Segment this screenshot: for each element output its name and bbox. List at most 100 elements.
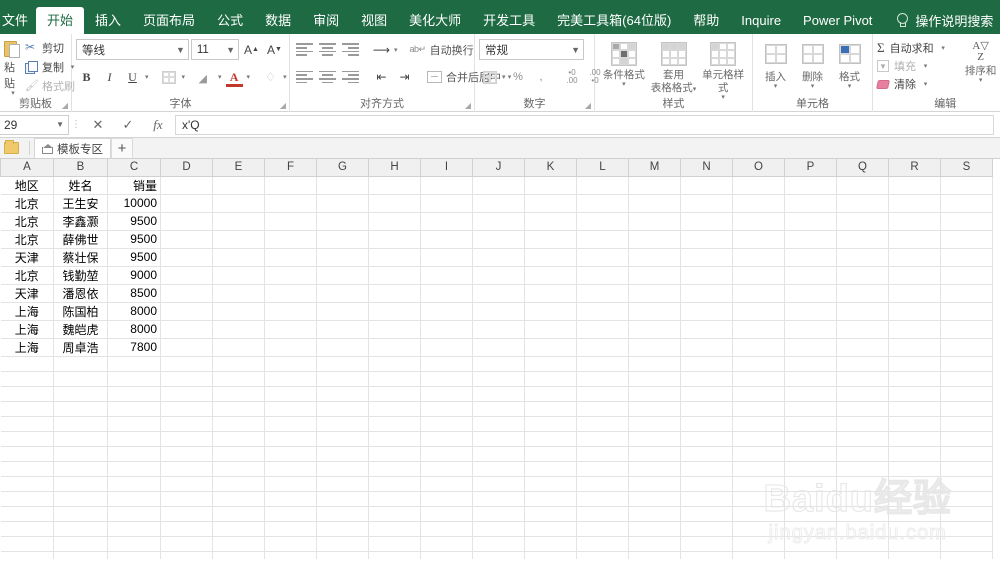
cell-R7[interactable]: [888, 284, 941, 303]
ribbon-tab-5[interactable]: 数据: [254, 7, 302, 34]
cell-O21[interactable]: [732, 506, 785, 522]
ribbon-tab-10[interactable]: 完美工具箱(64位版): [546, 7, 682, 34]
cell-O13[interactable]: [732, 386, 785, 402]
cell-F14[interactable]: [264, 401, 317, 417]
cell-E4[interactable]: [212, 230, 265, 249]
cell-R9[interactable]: [888, 320, 941, 339]
cell-N7[interactable]: [680, 284, 733, 303]
cell-O19[interactable]: [732, 476, 785, 492]
cell-B4[interactable]: 薛佛世: [53, 230, 108, 249]
cell-J21[interactable]: [472, 506, 525, 522]
cell-P3[interactable]: [784, 212, 837, 231]
orientation-dropdown-caret-icon[interactable]: ▾: [394, 46, 398, 54]
cell-J4[interactable]: [472, 230, 525, 249]
font-size-combo[interactable]: 11 ▼: [190, 39, 239, 60]
cell-C11[interactable]: [107, 356, 161, 372]
cell-K8[interactable]: [524, 302, 577, 321]
cell-M19[interactable]: [628, 476, 681, 492]
ribbon-tab-12[interactable]: Inquire: [730, 7, 792, 34]
cell-Q8[interactable]: [836, 302, 889, 321]
cell-K9[interactable]: [524, 320, 577, 339]
cell-L9[interactable]: [576, 320, 629, 339]
cell-N13[interactable]: [680, 386, 733, 402]
sheet-tab-template-zone[interactable]: 模板专区: [34, 138, 111, 158]
cell-N18[interactable]: [680, 461, 733, 477]
column-header-N[interactable]: N: [680, 159, 733, 177]
cell-A24[interactable]: [0, 551, 54, 559]
cell-E17[interactable]: [212, 446, 265, 462]
tell-me-search[interactable]: 操作说明搜索: [883, 7, 993, 34]
cell-B5[interactable]: 蔡壮保: [53, 248, 108, 267]
cell-F3[interactable]: [264, 212, 317, 231]
align-bottom-button[interactable]: [340, 39, 361, 60]
column-header-R[interactable]: R: [888, 159, 941, 177]
cell-C4[interactable]: 9500: [107, 230, 161, 249]
cell-A15[interactable]: [0, 416, 54, 432]
cell-P9[interactable]: [784, 320, 837, 339]
cell-I19[interactable]: [420, 476, 473, 492]
cell-P5[interactable]: [784, 248, 837, 267]
cell-C17[interactable]: [107, 446, 161, 462]
cell-E23[interactable]: [212, 536, 265, 552]
cell-K14[interactable]: [524, 401, 577, 417]
cell-N8[interactable]: [680, 302, 733, 321]
cell-M21[interactable]: [628, 506, 681, 522]
formula-input[interactable]: x'Q: [175, 114, 994, 135]
cell-C18[interactable]: [107, 461, 161, 477]
cell-L18[interactable]: [576, 461, 629, 477]
cell-L23[interactable]: [576, 536, 629, 552]
cell-P17[interactable]: [784, 446, 837, 462]
cell-A5[interactable]: 天津: [0, 248, 54, 267]
ribbon-tab-9[interactable]: 开发工具: [472, 7, 546, 34]
cell-C8[interactable]: 8000: [107, 302, 161, 321]
cell-Q23[interactable]: [836, 536, 889, 552]
cell-B13[interactable]: [53, 386, 108, 402]
cell-R19[interactable]: [888, 476, 941, 492]
cell-S24[interactable]: [940, 551, 993, 559]
cell-O6[interactable]: [732, 266, 785, 285]
cell-H8[interactable]: [368, 302, 421, 321]
column-header-M[interactable]: M: [628, 159, 681, 177]
cell-E24[interactable]: [212, 551, 265, 559]
cell-J24[interactable]: [472, 551, 525, 559]
cell-M2[interactable]: [628, 194, 681, 213]
cell-N9[interactable]: [680, 320, 733, 339]
cell-S8[interactable]: [940, 302, 993, 321]
cell-C14[interactable]: [107, 401, 161, 417]
cell-Q18[interactable]: [836, 461, 889, 477]
cell-A17[interactable]: [0, 446, 54, 462]
cell-H1[interactable]: [368, 176, 421, 195]
cell-A11[interactable]: [0, 356, 54, 372]
cell-D5[interactable]: [160, 248, 213, 267]
cell-N17[interactable]: [680, 446, 733, 462]
cell-K2[interactable]: [524, 194, 577, 213]
cell-Q14[interactable]: [836, 401, 889, 417]
cell-G8[interactable]: [316, 302, 369, 321]
cell-O23[interactable]: [732, 536, 785, 552]
cell-J8[interactable]: [472, 302, 525, 321]
cell-I4[interactable]: [420, 230, 473, 249]
cell-O15[interactable]: [732, 416, 785, 432]
cell-R2[interactable]: [888, 194, 941, 213]
cell-R1[interactable]: [888, 176, 941, 195]
cell-O18[interactable]: [732, 461, 785, 477]
cell-Q20[interactable]: [836, 491, 889, 507]
cell-A14[interactable]: [0, 401, 54, 417]
cell-S18[interactable]: [940, 461, 993, 477]
cell-M16[interactable]: [628, 431, 681, 447]
cell-B11[interactable]: [53, 356, 108, 372]
cell-I15[interactable]: [420, 416, 473, 432]
cell-K17[interactable]: [524, 446, 577, 462]
cell-E7[interactable]: [212, 284, 265, 303]
cell-K6[interactable]: [524, 266, 577, 285]
cell-M14[interactable]: [628, 401, 681, 417]
underline-dropdown-caret-icon[interactable]: ▾: [145, 73, 149, 81]
cell-D2[interactable]: [160, 194, 213, 213]
cell-G7[interactable]: [316, 284, 369, 303]
delete-cells-caret-icon[interactable]: ▾: [794, 83, 831, 90]
cell-A7[interactable]: 天津: [0, 284, 54, 303]
cell-N5[interactable]: [680, 248, 733, 267]
cell-S22[interactable]: [940, 521, 993, 537]
cell-P18[interactable]: [784, 461, 837, 477]
cell-P22[interactable]: [784, 521, 837, 537]
